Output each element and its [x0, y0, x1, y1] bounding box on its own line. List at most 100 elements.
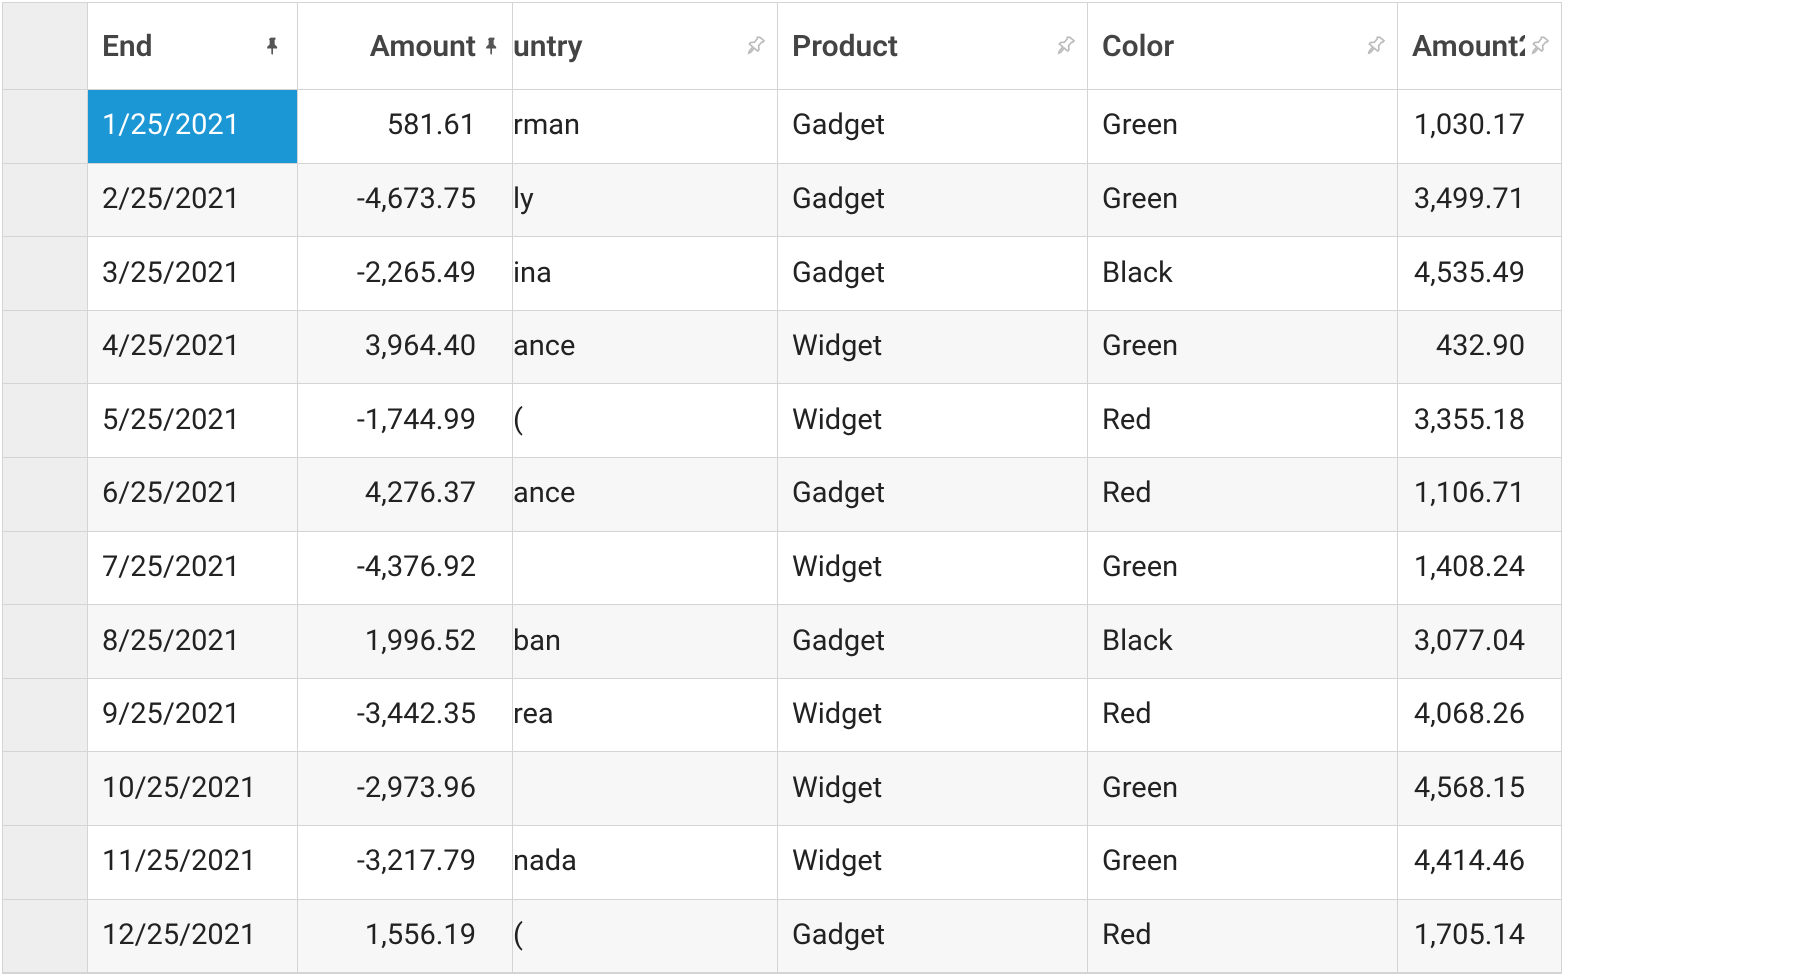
cell-amount[interactable]: 3,964.40 [298, 311, 513, 385]
cell-amount2[interactable]: 1,408.24 [1398, 532, 1561, 606]
cell-color[interactable]: Black [1088, 605, 1398, 679]
row-header[interactable] [3, 164, 88, 238]
cell-amount[interactable]: -4,673.75 [298, 164, 513, 238]
cell-product[interactable]: Widget [778, 532, 1088, 606]
cell-end[interactable]: 4/25/2021 [88, 311, 298, 385]
cell-country[interactable] [513, 532, 778, 606]
cell-color[interactable]: Green [1088, 90, 1398, 164]
cell-product[interactable]: Gadget [778, 237, 1088, 311]
header-end[interactable]: End [88, 3, 298, 90]
cell-amount[interactable]: 581.61 [298, 90, 513, 164]
cell-color[interactable]: Green [1088, 164, 1398, 238]
cell-country[interactable]: ( [513, 384, 778, 458]
row-header[interactable] [3, 311, 88, 385]
cell-product[interactable]: Gadget [778, 90, 1088, 164]
cell-country[interactable] [513, 752, 778, 826]
cell-amount2[interactable]: 4,568.15 [1398, 752, 1561, 826]
cell-amount[interactable]: 4,276.37 [298, 458, 513, 532]
cell-country[interactable]: nada [513, 826, 778, 900]
cell-end[interactable]: 6/25/2021 [88, 458, 298, 532]
cell-amount2[interactable]: 4,068.26 [1398, 679, 1561, 753]
unpin-icon[interactable] [1365, 35, 1387, 57]
cell-country[interactable]: ( [513, 900, 778, 974]
row-header[interactable] [3, 532, 88, 606]
cell-product[interactable]: Widget [778, 311, 1088, 385]
row-header[interactable] [3, 900, 88, 974]
cell-amount[interactable]: -3,442.35 [298, 679, 513, 753]
cell-amount[interactable]: -2,265.49 [298, 237, 513, 311]
cell-amount2[interactable]: 4,535.49 [1398, 237, 1561, 311]
row-header[interactable] [3, 826, 88, 900]
cell-color[interactable]: Black [1088, 237, 1398, 311]
cell-amount[interactable]: -3,217.79 [298, 826, 513, 900]
row-header[interactable] [3, 237, 88, 311]
header-rowselector[interactable] [3, 3, 88, 90]
unpin-icon[interactable] [745, 35, 767, 57]
cell-color[interactable]: Red [1088, 384, 1398, 458]
row-header[interactable] [3, 458, 88, 532]
cell-end[interactable]: 9/25/2021 [88, 679, 298, 753]
row-header[interactable] [3, 384, 88, 458]
cell-product[interactable]: Gadget [778, 900, 1088, 974]
cell-end[interactable]: 10/25/2021 [88, 752, 298, 826]
cell-amount[interactable]: -2,973.96 [298, 752, 513, 826]
cell-amount2[interactable]: 1,106.71 [1398, 458, 1561, 532]
row-header[interactable] [3, 752, 88, 826]
cell-product[interactable]: Gadget [778, 458, 1088, 532]
row-header[interactable] [3, 605, 88, 679]
header-color[interactable]: Color [1088, 3, 1398, 90]
cell-amount2[interactable]: 4,414.46 [1398, 826, 1561, 900]
cell-color[interactable]: Green [1088, 752, 1398, 826]
cell-country[interactable]: rman [513, 90, 778, 164]
cell-product[interactable]: Gadget [778, 164, 1088, 238]
cell-color[interactable]: Red [1088, 900, 1398, 974]
cell-country[interactable]: ban [513, 605, 778, 679]
header-product[interactable]: Product [778, 3, 1088, 90]
cell-product[interactable]: Gadget [778, 605, 1088, 679]
cell-country[interactable]: ance [513, 311, 778, 385]
cell-end[interactable]: 8/25/2021 [88, 605, 298, 679]
cell-end[interactable]: 3/25/2021 [88, 237, 298, 311]
unpin-icon[interactable] [1529, 35, 1551, 57]
unpin-icon[interactable] [1055, 35, 1077, 57]
cell-amount[interactable]: -1,744.99 [298, 384, 513, 458]
cell-amount2[interactable]: 3,499.71 [1398, 164, 1561, 238]
cell-product[interactable]: Widget [778, 752, 1088, 826]
row-header[interactable] [3, 90, 88, 164]
cell-country[interactable]: ance [513, 458, 778, 532]
cell-country[interactable]: ina [513, 237, 778, 311]
cell-amount[interactable]: 1,996.52 [298, 605, 513, 679]
table-row: 11/25/2021-3,217.79nadaWidgetGreen4,414.… [3, 826, 1561, 900]
cell-amount2[interactable]: 3,355.18 [1398, 384, 1561, 458]
cell-end[interactable]: 12/25/2021 [88, 900, 298, 974]
row-header[interactable] [3, 679, 88, 753]
header-amount[interactable]: Amount [298, 3, 513, 90]
header-color-label: Color [1102, 30, 1174, 63]
cell-amount2[interactable]: 3,077.04 [1398, 605, 1561, 679]
cell-color[interactable]: Green [1088, 826, 1398, 900]
cell-end[interactable]: 2/25/2021 [88, 164, 298, 238]
cell-color[interactable]: Green [1088, 532, 1398, 606]
cell-end[interactable]: 7/25/2021 [88, 532, 298, 606]
cell-amount2[interactable]: 432.90 [1398, 311, 1561, 385]
pin-icon[interactable] [482, 35, 502, 57]
cell-country[interactable]: ly [513, 164, 778, 238]
header-country[interactable]: untry [513, 3, 778, 90]
cell-end[interactable]: 1/25/2021 [88, 90, 298, 164]
cell-end[interactable]: 11/25/2021 [88, 826, 298, 900]
cell-color[interactable]: Red [1088, 458, 1398, 532]
cell-country[interactable]: rea [513, 679, 778, 753]
cell-amount2[interactable]: 1,030.17 [1398, 90, 1561, 164]
cell-product[interactable]: Widget [778, 826, 1088, 900]
cell-amount[interactable]: 1,556.19 [298, 900, 513, 974]
cell-color[interactable]: Green [1088, 311, 1398, 385]
header-amount2[interactable]: Amount2 [1398, 3, 1561, 90]
pin-icon[interactable] [263, 35, 283, 57]
data-grid[interactable]: End Amount untry Product Color [2, 2, 1562, 974]
cell-amount[interactable]: -4,376.92 [298, 532, 513, 606]
cell-color[interactable]: Red [1088, 679, 1398, 753]
cell-amount2[interactable]: 1,705.14 [1398, 900, 1561, 974]
cell-product[interactable]: Widget [778, 679, 1088, 753]
cell-end[interactable]: 5/25/2021 [88, 384, 298, 458]
cell-product[interactable]: Widget [778, 384, 1088, 458]
